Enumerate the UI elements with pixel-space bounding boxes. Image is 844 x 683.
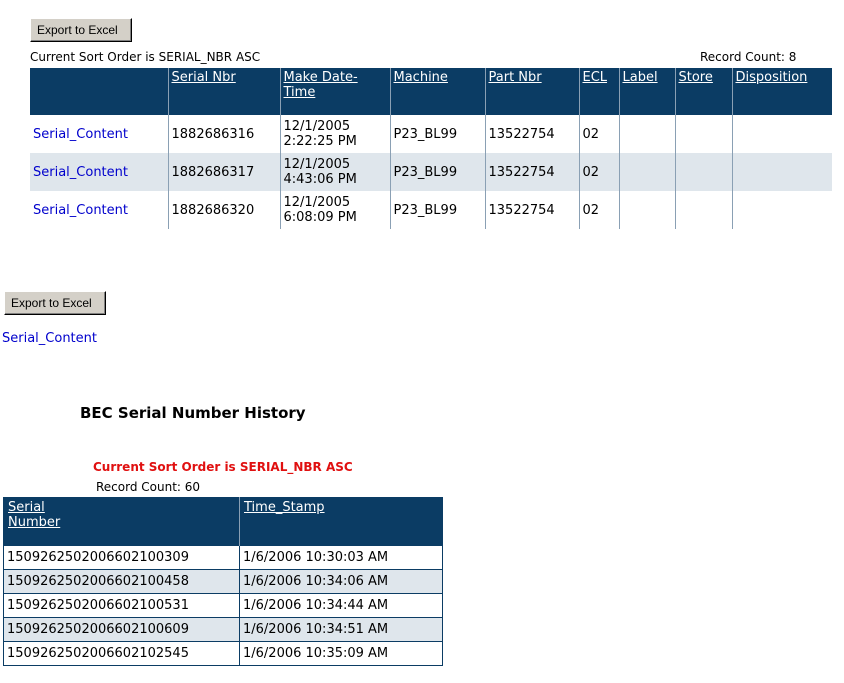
serial-number-cell: 1509262502006602100458 [3, 569, 240, 594]
header-machine: Machine [390, 68, 486, 115]
table-row: 1509262502006602100609 1/6/2006 10:34:51… [3, 617, 443, 642]
history-record-count: Record Count: 60 [96, 480, 201, 494]
make-date-time-cell: 12/1/2005 6:08:09 PM [280, 191, 391, 229]
make-date: 12/1/2005 [283, 157, 351, 172]
sort-serial-nbr-link[interactable]: Serial Nbr [172, 70, 236, 85]
make-time: 6:08:09 PM [283, 210, 357, 225]
header-serial-nbr: Serial Nbr [168, 68, 281, 115]
export-to-excel-button[interactable]: Export to Excel [30, 18, 132, 42]
store-cell [675, 115, 733, 153]
sort-label-link[interactable]: Label [623, 70, 658, 85]
machine-cell: P23_BL99 [390, 153, 486, 191]
serial-nbr-cell: 1882686317 [168, 153, 281, 191]
serial-content-link[interactable]: Serial_Content [33, 203, 128, 218]
serial-results-table: Serial Nbr Make Date-Time Machine Part N… [30, 68, 832, 229]
label-cell [619, 153, 676, 191]
serial-number-cell: 1509262502006602100531 [3, 593, 240, 618]
label-cell [619, 191, 676, 229]
table-row: 1509262502006602100458 1/6/2006 10:34:06… [3, 569, 443, 594]
make-date-time-cell: 12/1/2005 4:43:06 PM [280, 153, 391, 191]
header-part-nbr: Part Nbr [485, 68, 580, 115]
serial-number-cell: 1509262502006602102545 [3, 641, 240, 666]
header-time-stamp: Time_Stamp [239, 497, 443, 546]
table-row: Serial_Content 1882686317 12/1/2005 4:43:… [30, 153, 832, 191]
part-nbr-cell: 13522754 [485, 153, 580, 191]
header-empty [30, 68, 169, 115]
disposition-cell [732, 115, 832, 153]
serial-number-cell: 1509262502006602100309 [3, 545, 240, 570]
header-store: Store [675, 68, 733, 115]
header-disposition: Disposition [732, 68, 832, 115]
table-header-row: Serial Number Time_Stamp [3, 497, 443, 546]
header-label: Label [619, 68, 676, 115]
disposition-cell [732, 153, 832, 191]
label-cell [619, 115, 676, 153]
machine-cell: P23_BL99 [390, 191, 486, 229]
sort-order-text: Current Sort Order is SERIAL_NBR ASC [30, 50, 261, 64]
serial-content-link[interactable]: Serial_Content [33, 165, 128, 180]
serial-nbr-cell: 1882686316 [168, 115, 281, 153]
table-row: 1509262502006602100531 1/6/2006 10:34:44… [3, 593, 443, 618]
machine-cell: P23_BL99 [390, 115, 486, 153]
table-row: Serial_Content 1882686320 12/1/2005 6:08:… [30, 191, 832, 229]
table-row: 1509262502006602100309 1/6/2006 10:30:03… [3, 545, 443, 570]
serial-history-table: Serial Number Time_Stamp 150926250200660… [3, 497, 443, 666]
time-stamp-cell: 1/6/2006 10:34:44 AM [239, 593, 443, 618]
sort-ecl-link[interactable]: ECL [583, 70, 608, 85]
sort-machine-link[interactable]: Machine [394, 70, 448, 85]
serial-nbr-cell: 1882686320 [168, 191, 281, 229]
table-row: Serial_Content 1882686316 12/1/2005 2:22:… [30, 115, 832, 153]
table-header-row: Serial Nbr Make Date-Time Machine Part N… [30, 68, 832, 115]
time-stamp-cell: 1/6/2006 10:34:06 AM [239, 569, 443, 594]
serial-content-cell: Serial_Content [30, 115, 169, 153]
serial-content-link-standalone[interactable]: Serial_Content [2, 331, 97, 346]
make-date: 12/1/2005 [283, 195, 351, 210]
header-make-date-time: Make Date-Time [280, 68, 391, 115]
sort-time-stamp-link[interactable]: Time_Stamp [244, 500, 325, 515]
time-stamp-cell: 1/6/2006 10:30:03 AM [239, 545, 443, 570]
make-time: 2:22:25 PM [283, 134, 357, 149]
ecl-cell: 02 [579, 191, 620, 229]
ecl-cell: 02 [579, 115, 620, 153]
page-title: BEC Serial Number History [80, 404, 306, 422]
ecl-cell: 02 [579, 153, 620, 191]
record-count: Record Count: 8 [700, 50, 797, 64]
part-nbr-cell: 13522754 [485, 191, 580, 229]
header-serial-number: Serial Number [3, 497, 240, 546]
store-cell [675, 191, 733, 229]
make-time: 4:43:06 PM [283, 172, 357, 187]
sort-disposition-link[interactable]: Disposition [736, 70, 808, 85]
time-stamp-cell: 1/6/2006 10:35:09 AM [239, 641, 443, 666]
sort-make-date-time-link[interactable]: Make Date-Time [284, 70, 358, 100]
serial-content-cell: Serial_Content [30, 191, 169, 229]
history-sort-order-text: Current Sort Order is SERIAL_NBR ASC [93, 460, 353, 474]
table-row: 1509262502006602102545 1/6/2006 10:35:09… [3, 641, 443, 666]
part-nbr-cell: 13522754 [485, 115, 580, 153]
export-to-excel-button-2[interactable]: Export to Excel [4, 291, 106, 315]
make-date: 12/1/2005 [283, 119, 351, 134]
make-date-time-cell: 12/1/2005 2:22:25 PM [280, 115, 391, 153]
store-cell [675, 153, 733, 191]
disposition-cell [732, 191, 832, 229]
sort-store-link[interactable]: Store [679, 70, 713, 85]
sort-part-nbr-link[interactable]: Part Nbr [489, 70, 542, 85]
serial-number-cell: 1509262502006602100609 [3, 617, 240, 642]
sort-serial-number-link[interactable]: Serial Number [8, 500, 68, 530]
serial-content-link[interactable]: Serial_Content [33, 127, 128, 142]
serial-content-cell: Serial_Content [30, 153, 169, 191]
header-ecl: ECL [579, 68, 620, 115]
time-stamp-cell: 1/6/2006 10:34:51 AM [239, 617, 443, 642]
